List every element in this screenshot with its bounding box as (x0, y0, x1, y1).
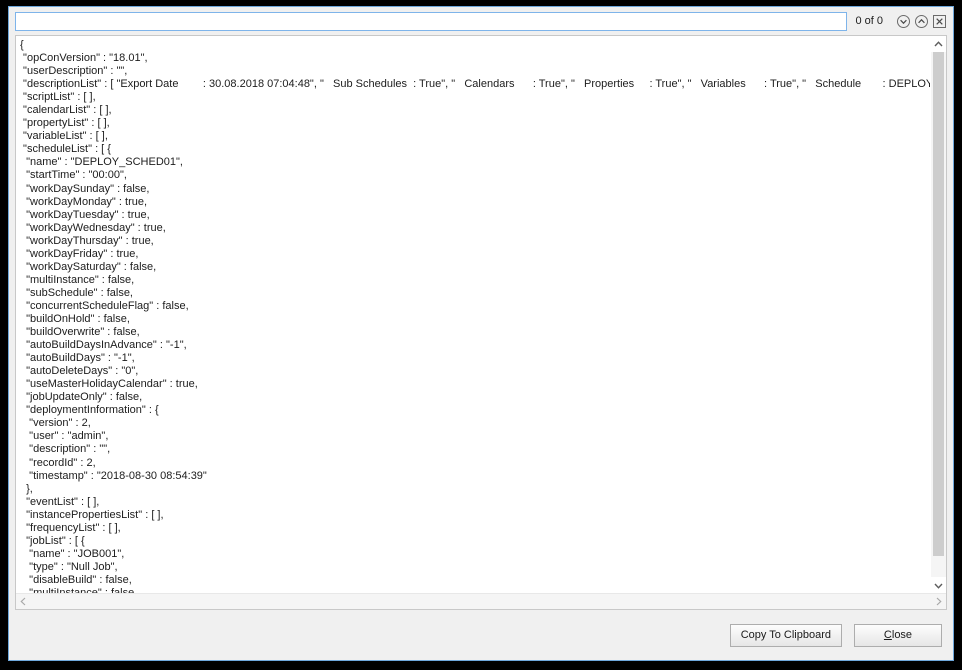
find-previous-icon[interactable] (914, 14, 929, 29)
copy-to-clipboard-button[interactable]: Copy To Clipboard (729, 623, 842, 647)
search-input[interactable] (15, 11, 848, 31)
horizontal-scroll-track[interactable] (31, 594, 931, 609)
close-button[interactable]: Close (854, 623, 942, 647)
vertical-scrollbar[interactable] (930, 36, 946, 593)
scroll-left-icon[interactable] (16, 594, 31, 609)
text-body-row: { "opConVersion" : "18.01", "userDescrip… (16, 36, 946, 593)
text-viewer-dialog: 0 of 0 { "opConVersion" : "18.01", "user… (8, 6, 954, 661)
text-viewer-panel: { "opConVersion" : "18.01", "userDescrip… (15, 35, 947, 610)
horizontal-scrollbar[interactable] (16, 593, 946, 609)
close-button-label: lose (891, 629, 913, 641)
json-content[interactable]: { "opConVersion" : "18.01", "userDescrip… (16, 36, 930, 593)
vertical-scroll-track[interactable] (931, 52, 946, 577)
scroll-up-icon[interactable] (931, 36, 946, 52)
find-bar: 0 of 0 (9, 7, 953, 35)
vertical-scroll-thumb[interactable] (933, 52, 944, 556)
scroll-right-icon[interactable] (931, 594, 946, 609)
find-next-icon[interactable] (896, 14, 911, 29)
close-button-mnemonic: C (883, 629, 892, 641)
scroll-down-icon[interactable] (931, 577, 946, 593)
match-count-label: 0 of 0 (855, 15, 883, 27)
dialog-button-bar: Copy To Clipboard Close (9, 610, 953, 660)
close-search-icon[interactable] (932, 14, 947, 29)
